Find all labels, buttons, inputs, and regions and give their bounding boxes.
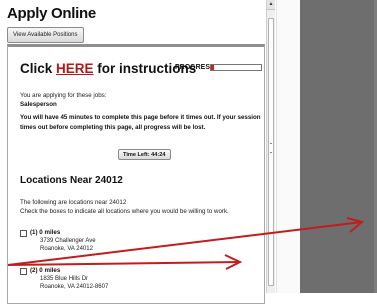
scroll-thumb[interactable] <box>268 18 274 286</box>
vertical-scrollbar[interactable]: ▲ <box>266 0 275 293</box>
view-available-positions-button[interactable]: View Available Positions <box>7 27 84 43</box>
location-header: (2) 0 miles <box>30 267 60 274</box>
application-panel: Click HERE for instructions PROGRESS: Yo… <box>7 44 265 304</box>
jobs-intro: You are applying for these jobs: <box>20 92 107 99</box>
location-street: 1835 Blue Hills Dr <box>40 276 89 282</box>
time-left-button[interactable]: Time Left: 44:24 <box>118 149 171 160</box>
location-checkbox[interactable] <box>20 230 27 237</box>
instructions-link[interactable]: HERE <box>56 61 94 76</box>
heading-prefix: Click <box>20 61 57 76</box>
app-title: Apply Online <box>7 5 96 22</box>
dark-side-pane <box>300 0 377 293</box>
instructions-heading: Click HERE for instructions <box>20 61 196 76</box>
location-distance: 0 miles <box>39 267 61 274</box>
locations-description-2: Check the boxes to indicate all location… <box>20 208 229 215</box>
location-city: Roanoke, VA 24012 <box>40 246 93 252</box>
job-title: Salesperson <box>20 101 57 108</box>
scroll-up-icon[interactable]: ▲ <box>267 0 275 10</box>
locations-title: Locations Near 24012 <box>20 175 123 186</box>
progress-bar <box>210 64 262 71</box>
location-distance: 0 miles <box>39 229 61 236</box>
location-city: Roanoke, VA 24012-8607 <box>40 284 109 290</box>
location-number: (1) <box>30 229 38 236</box>
progress-fill <box>211 65 214 70</box>
location-number: (2) <box>30 267 38 274</box>
timeout-warning-line-2: times out before completing this page, a… <box>20 124 206 131</box>
location-header: (1) 0 miles <box>30 229 60 236</box>
locations-description-1: The following are locations near 24012 <box>20 199 127 206</box>
timeout-warning-line-1: You will have 45 minutes to complete thi… <box>20 114 261 121</box>
location-street: 3739 Challenger Ave <box>40 238 96 244</box>
grip-icon <box>270 143 272 153</box>
side-strip <box>276 0 300 293</box>
location-checkbox[interactable] <box>20 268 27 275</box>
